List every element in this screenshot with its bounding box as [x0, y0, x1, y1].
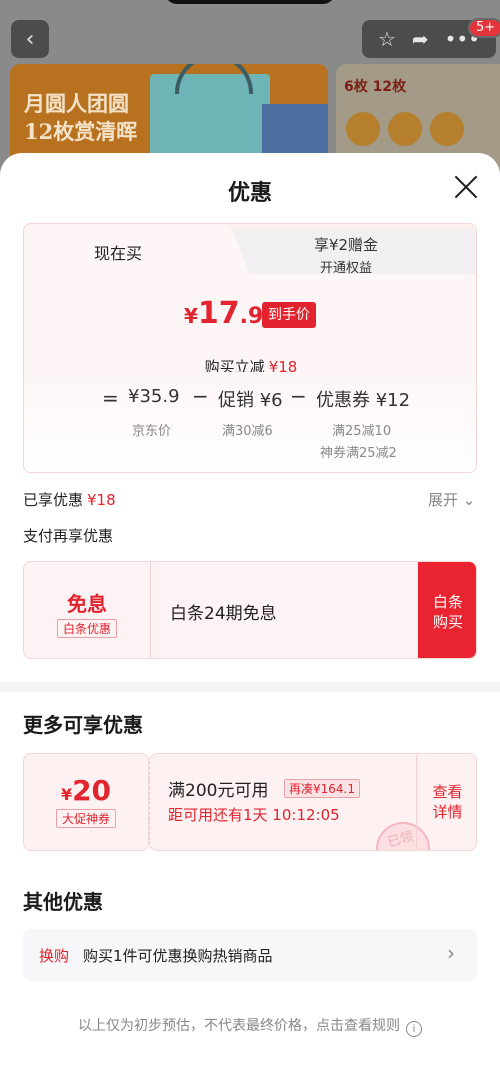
- banner-text: 月圆人团圆 12枚赏清晖: [24, 90, 137, 146]
- currency-symbol: ¥: [184, 304, 198, 328]
- minus-sign: −: [290, 384, 307, 408]
- jd-price-label: 京东价: [132, 424, 172, 439]
- close-icon[interactable]: [452, 173, 480, 201]
- coupon-rule-2: 神券满25减2: [320, 446, 397, 461]
- mooncake-image: [346, 112, 380, 146]
- tab-buy-now[interactable]: 现在买: [24, 224, 224, 274]
- trade-in-tag: 换购: [39, 947, 70, 965]
- baitiao-desc: 白条24期免息: [170, 604, 277, 624]
- footnote-text: 以上仅为初步预估，不代表最终价格，点击查看规则: [78, 1018, 400, 1034]
- coupon-detail-line1: 查看: [432, 783, 463, 801]
- rules-footnote[interactable]: 以上仅为初步预估，不代表最终价格，点击查看规则 i: [0, 1015, 500, 1037]
- coupon-info-panel: 满200元可用 再凑¥164.1 距可用还有1天 10:12:05 已领 查看 …: [149, 753, 477, 851]
- expand-button[interactable]: 展开 ⌄: [428, 489, 475, 510]
- coupon-detail-button[interactable]: 查看 详情: [416, 754, 476, 850]
- coupon-card: ¥20 大促神券 满200元可用 再凑¥164.1 距可用还有1天 10:12:…: [23, 753, 477, 851]
- chevron-down-icon: ⌄: [462, 491, 476, 509]
- more-offers-title: 更多可享优惠: [23, 713, 143, 737]
- info-icon: i: [406, 1021, 422, 1037]
- final-price: ¥17.9: [184, 296, 263, 331]
- baitiao-buy-line2: 购买: [432, 613, 463, 631]
- expand-label: 展开: [428, 491, 459, 509]
- coupon-countdown: 距可用还有1天 10:12:05: [168, 806, 340, 824]
- message-badge: 5+: [468, 18, 500, 38]
- coupon-rule-1: 满25减10: [332, 424, 392, 439]
- chevron-right-icon: ›: [447, 941, 455, 965]
- purchase-tabs: 享¥2赠金 开通权益 现在买: [24, 224, 476, 276]
- coupon-discount: 优惠券 ¥12: [316, 390, 411, 411]
- promo-discount: 促销 ¥6: [218, 390, 283, 411]
- promo-rule: 满30减6: [222, 424, 273, 439]
- tab-membership[interactable]: 享¥2赠金 开通权益: [214, 230, 476, 276]
- coupon-cou-tag[interactable]: 再凑¥164.1: [284, 779, 360, 798]
- status-notch: [165, 0, 335, 4]
- enjoyed-discount-label: 已享优惠: [23, 491, 84, 509]
- star-icon[interactable]: ☆: [378, 27, 396, 51]
- coupon-condition: 满200元可用: [168, 781, 269, 801]
- coupon-amount: 20: [72, 774, 112, 807]
- tab-buy-now-label: 现在买: [94, 244, 143, 263]
- pay-more-heading: 支付再享优惠: [23, 527, 114, 545]
- coupon-tag: 大促神券: [55, 809, 116, 828]
- discount-sheet: 优惠 享¥2赠金 开通权益 现在买 ¥17.9 到手价 购买立减 ¥18 = ¥3…: [0, 153, 500, 1065]
- trade-in-offer-row[interactable]: 换购 购买1件可优惠换购热销商品 ›: [23, 929, 477, 981]
- jd-price: ¥35.9: [128, 386, 180, 407]
- baitiao-offer-badge: 免息 白条优惠: [24, 562, 151, 658]
- baitiao-buy-line1: 白条: [432, 593, 463, 611]
- final-price-tag: 到手价: [262, 302, 316, 328]
- price-summary: ¥17.9 到手价 购买立减 ¥18: [24, 274, 476, 376]
- back-button[interactable]: ‹: [11, 20, 49, 58]
- chevron-left-icon: ‹: [25, 26, 35, 52]
- mooncake-image: [388, 112, 422, 146]
- price-decimal: .9: [239, 304, 264, 329]
- mooncake-image: [430, 112, 464, 146]
- tab-membership-title: 享¥2赠金: [313, 236, 379, 254]
- baitiao-offer-card: 免息 白条优惠 白条24期免息 白条 购买: [23, 561, 477, 659]
- share-icon[interactable]: ➦: [412, 27, 429, 51]
- minus-sign: −: [192, 384, 209, 408]
- coupon-value-panel: ¥20 大促神券: [23, 753, 149, 851]
- baitiao-buy-button[interactable]: 白条 购买: [418, 562, 476, 658]
- enjoyed-discount: 已享优惠 ¥18: [23, 489, 116, 510]
- trade-in-desc: 购买1件可优惠换购热销商品: [83, 947, 273, 965]
- coupon-value: ¥20: [24, 774, 148, 807]
- coupon-detail-line2: 详情: [432, 803, 463, 821]
- sheet-title: 优惠: [227, 181, 272, 206]
- baitiao-tag: 白条优惠: [56, 619, 117, 638]
- other-offers-title: 其他优惠: [23, 890, 103, 914]
- banner-text-line1: 月圆人团圆: [24, 91, 129, 116]
- baitiao-free-interest: 免息: [67, 592, 107, 616]
- section-divider: [0, 682, 500, 692]
- thumbnail-title: 6枚 12枚: [344, 79, 407, 95]
- equals-sign: =: [102, 386, 119, 410]
- price-card: 享¥2赠金 开通权益 现在买 ¥17.9 到手价 购买立减 ¥18 = ¥35.9…: [23, 223, 477, 473]
- banner-text-line2: 12枚赏清晖: [24, 119, 138, 144]
- price-formula: = ¥35.9 京东价 − 促销 ¥6 满30减6 − 优惠券 ¥12 满25减…: [24, 372, 476, 472]
- enjoyed-discount-amount: ¥18: [87, 491, 116, 509]
- price-integer: 17: [197, 296, 240, 331]
- coupon-currency: ¥: [60, 785, 73, 804]
